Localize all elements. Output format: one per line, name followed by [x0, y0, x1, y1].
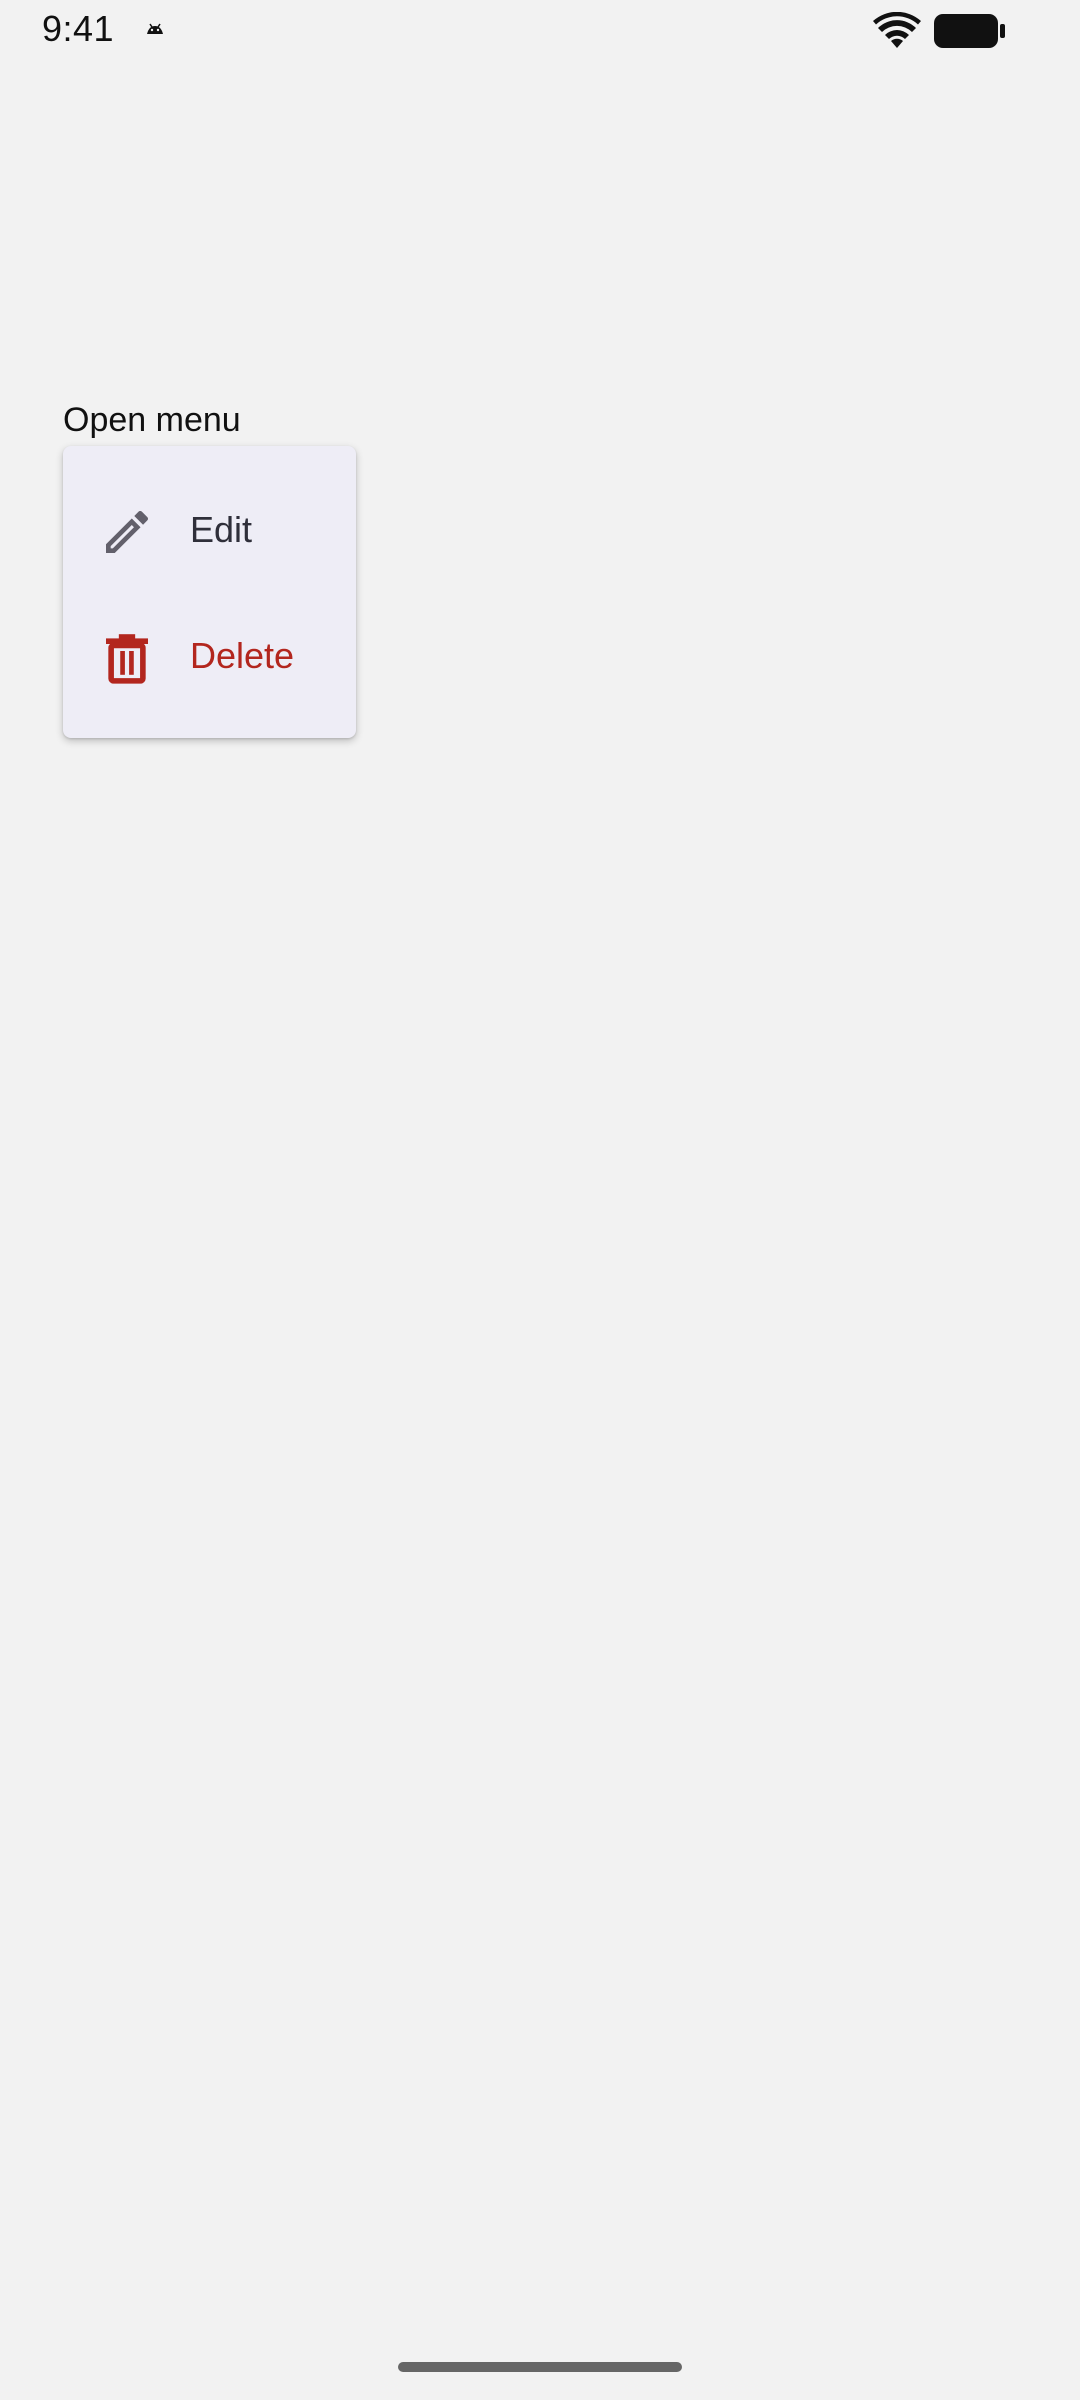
status-time: 9:41 — [42, 8, 115, 49]
trash-icon — [106, 634, 148, 684]
menu-item-delete[interactable]: Delete — [63, 592, 356, 718]
open-menu-button[interactable]: Open menu — [63, 398, 241, 442]
menu-item-label: Edit — [190, 509, 253, 550]
menu-item-edit[interactable]: Edit — [63, 466, 356, 592]
status-bar: 9:41 — [0, 0, 1080, 64]
notification-icon — [147, 23, 163, 34]
context-menu: Edit Delete — [63, 446, 356, 738]
battery-icon — [934, 14, 1005, 48]
wifi-icon — [873, 12, 921, 48]
menu-item-label: Delete — [190, 635, 295, 676]
pencil-icon — [106, 511, 149, 553]
home-indicator[interactable] — [398, 2362, 682, 2372]
